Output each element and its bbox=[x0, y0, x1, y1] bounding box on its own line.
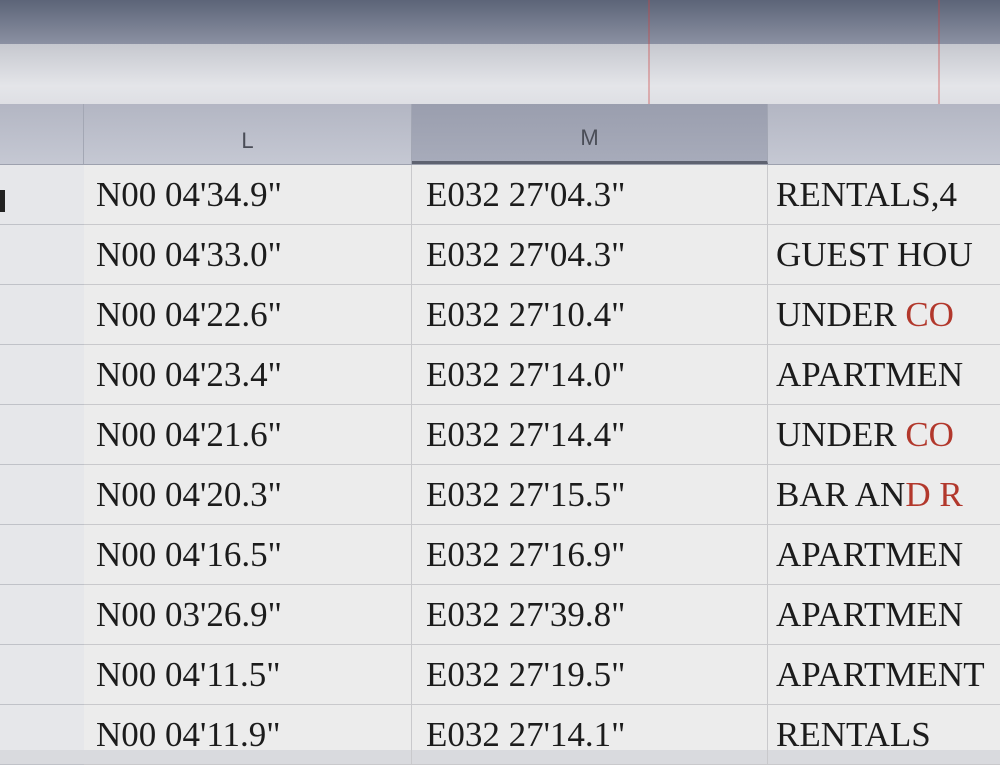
cell-description[interactable]: UNDER CO bbox=[768, 285, 1000, 345]
column-header-m[interactable]: M bbox=[412, 104, 768, 164]
row-header-divider bbox=[0, 284, 84, 285]
row-header-divider bbox=[0, 464, 84, 465]
cell-latitude[interactable]: N00 04'20.3" bbox=[84, 465, 412, 525]
cell-description-text: BAR AN bbox=[776, 475, 906, 514]
cell-latitude[interactable]: N00 04'21.6" bbox=[84, 405, 412, 465]
cell-latitude[interactable]: N00 04'11.5" bbox=[84, 645, 412, 705]
row-header-divider bbox=[0, 224, 84, 225]
spreadsheet-grid: N00 04'34.9" E032 27'04.3" RENTALS,4 N00 04… bbox=[84, 165, 1000, 765]
select-all-corner[interactable] bbox=[0, 104, 84, 164]
table-row: N00 04'33.0" E032 27'04.3" GUEST HOU bbox=[84, 225, 1000, 285]
cell-description[interactable]: APARTMEN bbox=[768, 525, 1000, 585]
cell-description-text-tail: CO bbox=[905, 295, 954, 334]
cell-latitude[interactable]: N00 04'11.9" bbox=[84, 705, 412, 765]
table-row: N00 04'16.5" E032 27'16.9" APARTMEN bbox=[84, 525, 1000, 585]
cell-longitude[interactable]: E032 27'19.5" bbox=[412, 645, 768, 705]
cell-description[interactable]: UNDER CO bbox=[768, 405, 1000, 465]
cell-longitude[interactable]: E032 27'14.0" bbox=[412, 345, 768, 405]
cell-description-text: APARTMEN bbox=[776, 355, 964, 394]
table-row: N00 04'11.5" E032 27'19.5" APARTMENT bbox=[84, 645, 1000, 705]
row-header-divider bbox=[0, 404, 84, 405]
cell-latitude[interactable]: N00 04'22.6" bbox=[84, 285, 412, 345]
cell-latitude[interactable]: N00 04'33.0" bbox=[84, 225, 412, 285]
cell-longitude[interactable]: E032 27'04.3" bbox=[412, 225, 768, 285]
cell-description[interactable]: RENTALS bbox=[768, 705, 1000, 765]
column-header-n[interactable] bbox=[768, 104, 1000, 164]
cell-latitude[interactable]: N00 04'23.4" bbox=[84, 345, 412, 405]
table-row: N00 04'11.9" E032 27'14.1" RENTALS bbox=[84, 705, 1000, 765]
cell-description[interactable]: BAR AND R bbox=[768, 465, 1000, 525]
cell-description[interactable]: GUEST HOU bbox=[768, 225, 1000, 285]
cell-description-text-tail: D R bbox=[905, 475, 963, 514]
row-header-divider bbox=[0, 524, 84, 525]
cell-latitude[interactable]: N00 03'26.9" bbox=[84, 585, 412, 645]
cell-description-text: APARTMEN bbox=[776, 595, 964, 634]
cell-description[interactable]: APARTMENT bbox=[768, 645, 1000, 705]
cell-description-text: GUEST HOU bbox=[776, 235, 973, 274]
cell-description[interactable]: RENTALS,4 bbox=[768, 165, 1000, 225]
cell-longitude[interactable]: E032 27'04.3" bbox=[412, 165, 768, 225]
table-row: N00 04'23.4" E032 27'14.0" APARTMEN bbox=[84, 345, 1000, 405]
row-header-column[interactable] bbox=[0, 165, 85, 765]
row-header-divider bbox=[0, 704, 84, 705]
cell-description-text: RENTALS bbox=[776, 715, 931, 754]
table-row: N00 04'34.9" E032 27'04.3" RENTALS,4 bbox=[84, 165, 1000, 225]
cell-description-text: APARTMEN bbox=[776, 535, 964, 574]
cell-description-text: APARTMENT bbox=[776, 655, 985, 694]
table-row: N00 04'21.6" E032 27'14.4" UNDER CO bbox=[84, 405, 1000, 465]
cell-longitude[interactable]: E032 27'16.9" bbox=[412, 525, 768, 585]
cell-longitude[interactable]: E032 27'14.4" bbox=[412, 405, 768, 465]
formula-bar-area bbox=[0, 44, 1000, 104]
cell-longitude[interactable]: E032 27'15.5" bbox=[412, 465, 768, 525]
cell-description[interactable]: APARTMEN bbox=[768, 585, 1000, 645]
table-row: N00 04'20.3" E032 27'15.5" BAR AND R bbox=[84, 465, 1000, 525]
cell-latitude[interactable]: N00 04'16.5" bbox=[84, 525, 412, 585]
cell-description-text: UNDER bbox=[776, 415, 906, 454]
cell-longitude[interactable]: E032 27'14.1" bbox=[412, 705, 768, 765]
cell-longitude[interactable]: E032 27'10.4" bbox=[412, 285, 768, 345]
window-title-strip bbox=[0, 0, 1000, 44]
cell-description-text: UNDER bbox=[776, 295, 906, 334]
column-header-l[interactable]: L bbox=[84, 104, 412, 164]
cell-description[interactable]: APARTMEN bbox=[768, 345, 1000, 405]
row-header-divider bbox=[0, 344, 84, 345]
cell-latitude[interactable]: N00 04'34.9" bbox=[84, 165, 412, 225]
row-header-marker bbox=[0, 190, 5, 212]
table-row: N00 04'22.6" E032 27'10.4" UNDER CO bbox=[84, 285, 1000, 345]
column-header-bar: L M bbox=[0, 104, 1000, 165]
row-header-divider bbox=[0, 644, 84, 645]
table-row: N00 03'26.9" E032 27'39.8" APARTMEN bbox=[84, 585, 1000, 645]
cell-longitude[interactable]: E032 27'39.8" bbox=[412, 585, 768, 645]
cell-description-text: RENTALS,4 bbox=[776, 175, 957, 214]
row-header-divider bbox=[0, 584, 84, 585]
cell-description-text-tail: CO bbox=[905, 415, 954, 454]
